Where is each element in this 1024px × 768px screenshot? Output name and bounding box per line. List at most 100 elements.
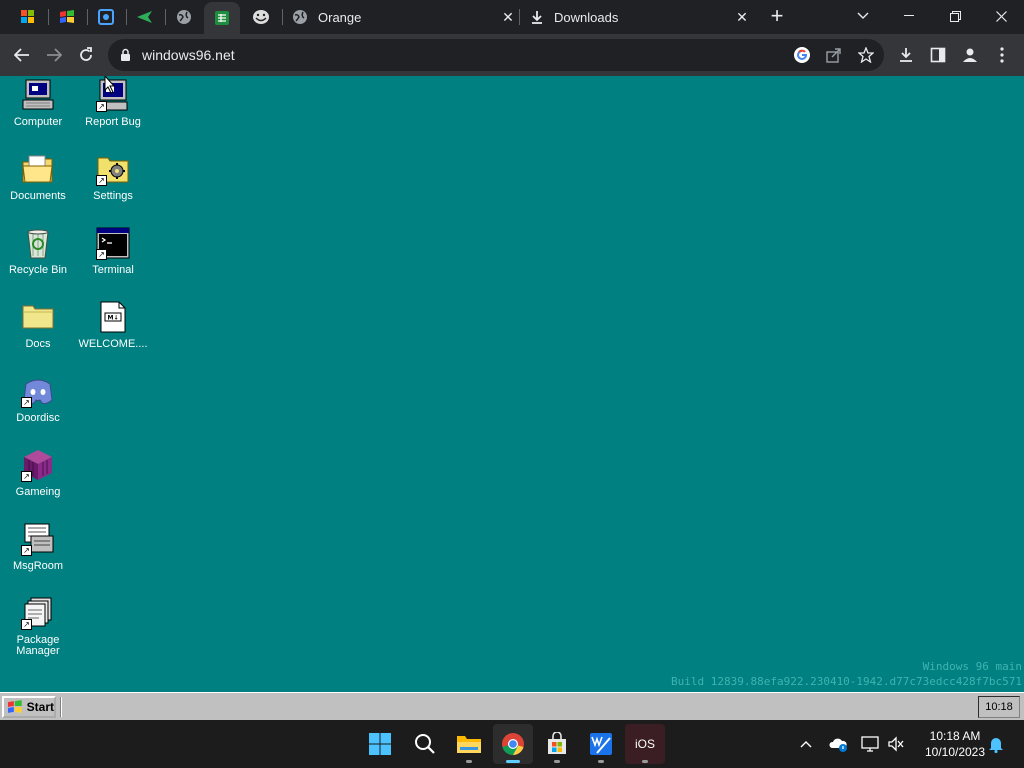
pinned-tab-arrow[interactable] [127,4,163,30]
back-arrow-icon[interactable] [10,43,34,67]
markdown-file-icon: M↓ [96,300,130,334]
tab-orange[interactable]: Orange ✕ [292,0,518,34]
spreadsheet-icon [215,11,229,25]
browser-tab-strip: Orange ✕ Downloads ✕ + [0,0,1024,34]
windows96-desktop[interactable]: Computer Documents Recycle Bin Docs ↗ Do… [0,76,1024,692]
side-panel-icon[interactable] [926,43,950,67]
search-icon [415,734,435,754]
settings-folder-icon: ↗ [96,152,130,186]
menu-kebab-icon[interactable] [990,43,1014,67]
system-tray-clock[interactable]: 10:18 [978,696,1020,718]
icon-label: Report Bug [85,116,141,128]
file-explorer-icon [457,736,481,753]
icon-label: WELCOME.... [78,338,148,350]
notification-bell-icon[interactable] [986,734,1006,754]
pinned-tab-spreadsheet[interactable] [204,2,240,34]
terminal-icon: ↗ [96,226,130,260]
desktop-icon-documents[interactable]: Documents [0,152,76,202]
desktop-icon-recycle-bin[interactable]: Recycle Bin [0,226,76,276]
pinned-tab-app[interactable] [88,4,124,30]
pinned-tab-trollface[interactable] [243,4,279,30]
pinned-tab-globe[interactable] [166,4,202,30]
desktop-icon-terminal[interactable]: ↗ Terminal [75,226,151,276]
onedrive-icon[interactable] [828,734,848,754]
os-app-ios[interactable]: iOS [625,724,665,764]
close-window-button[interactable] [978,0,1024,32]
minimize-button[interactable] [886,0,932,32]
windows96-taskbar: Start 10:18 [0,692,1024,720]
start-label: Start [26,700,54,714]
svg-text:M↓: M↓ [108,315,119,322]
address-url[interactable]: windows96.net [142,47,235,63]
display-icon[interactable] [860,734,880,754]
mouse-cursor-icon [104,76,116,94]
msgroom-icon: ↗ [21,522,55,556]
volume-muted-icon[interactable] [886,734,906,754]
restore-button[interactable] [932,0,978,32]
writer-icon [590,733,612,755]
tab-title: Downloads [554,9,619,25]
icon-label: Gameing [15,486,61,498]
desktop-icon-msgroom[interactable]: ↗ MsgRoom [0,522,76,572]
pinned-tab-windows[interactable] [10,4,46,30]
profile-icon[interactable] [958,43,982,67]
windows96-logo-icon [60,10,74,23]
desktop-icon-docs[interactable]: Docs [0,300,76,350]
close-tab-icon[interactable]: ✕ [732,7,752,27]
desktop-icon-welcome[interactable]: M↓ WELCOME.... [75,300,151,350]
app-logo-icon [98,9,114,25]
new-tab-button[interactable]: + [765,5,789,29]
windows96-logo-icon [7,700,22,713]
discord-icon: ↗ [21,374,55,408]
os-start-button[interactable] [360,724,400,764]
taskbar-divider [60,697,62,717]
os-app-writer[interactable] [581,724,621,764]
desktop-icon-settings[interactable]: ↗ Settings [75,152,151,202]
restore-icon [949,10,961,22]
lock-icon[interactable] [120,48,131,62]
reload-icon[interactable] [74,43,98,67]
trollface-icon [253,10,269,24]
icon-label: Doordisc [16,412,60,424]
microsoft-store-icon [548,732,566,754]
os-app-file-explorer[interactable] [449,724,489,764]
tab-downloads[interactable]: Downloads ✕ [530,0,752,34]
minimize-icon [904,15,914,16]
show-hidden-icons-chevron-icon[interactable] [796,734,816,754]
address-bar[interactable]: windows96.net [108,39,884,71]
forward-arrow-icon[interactable] [42,43,66,67]
icon-label: Computer [13,116,63,128]
os-search-button[interactable] [405,724,445,764]
icon-label: Settings [93,190,133,202]
desktop-icon-gameing[interactable]: ↗ Gameing [0,448,76,498]
desktop-icon-computer[interactable]: Computer [0,78,76,128]
os-app-chrome[interactable] [493,724,533,764]
ios-label: iOS [634,737,655,751]
icon-label: Package Manager [16,634,60,657]
green-arrow-icon [137,11,152,23]
windows-logo-icon [21,10,34,23]
start-button[interactable]: Start [2,696,56,718]
desktop-icon-package-manager[interactable]: ↗ Package Manager [0,596,76,657]
downloads-icon[interactable] [894,43,918,67]
documents-folder-icon [21,152,55,186]
google-icon[interactable] [792,45,812,65]
tab-title: Orange [318,9,362,25]
cube-icon: ↗ [21,448,55,482]
browser-toolbar: windows96.net [0,34,1024,76]
tab-search-chevron-icon[interactable] [840,0,886,32]
chrome-icon [502,733,524,755]
bookmark-star-icon[interactable] [856,45,876,65]
close-tab-icon[interactable]: ✕ [498,7,518,27]
package-manager-icon: ↗ [21,596,55,630]
pinned-tab-windows96[interactable] [49,4,85,30]
windows11-logo-icon [369,733,391,755]
icon-label: MsgRoom [12,560,64,572]
os-app-microsoft-store[interactable] [537,724,577,764]
icon-label: Docs [25,338,51,350]
computer-icon [21,78,55,112]
share-icon[interactable] [824,45,844,65]
desktop-icon-doordisc[interactable]: ↗ Doordisc [0,374,76,424]
globe-icon [177,10,191,24]
icon-label: Documents [10,190,66,202]
